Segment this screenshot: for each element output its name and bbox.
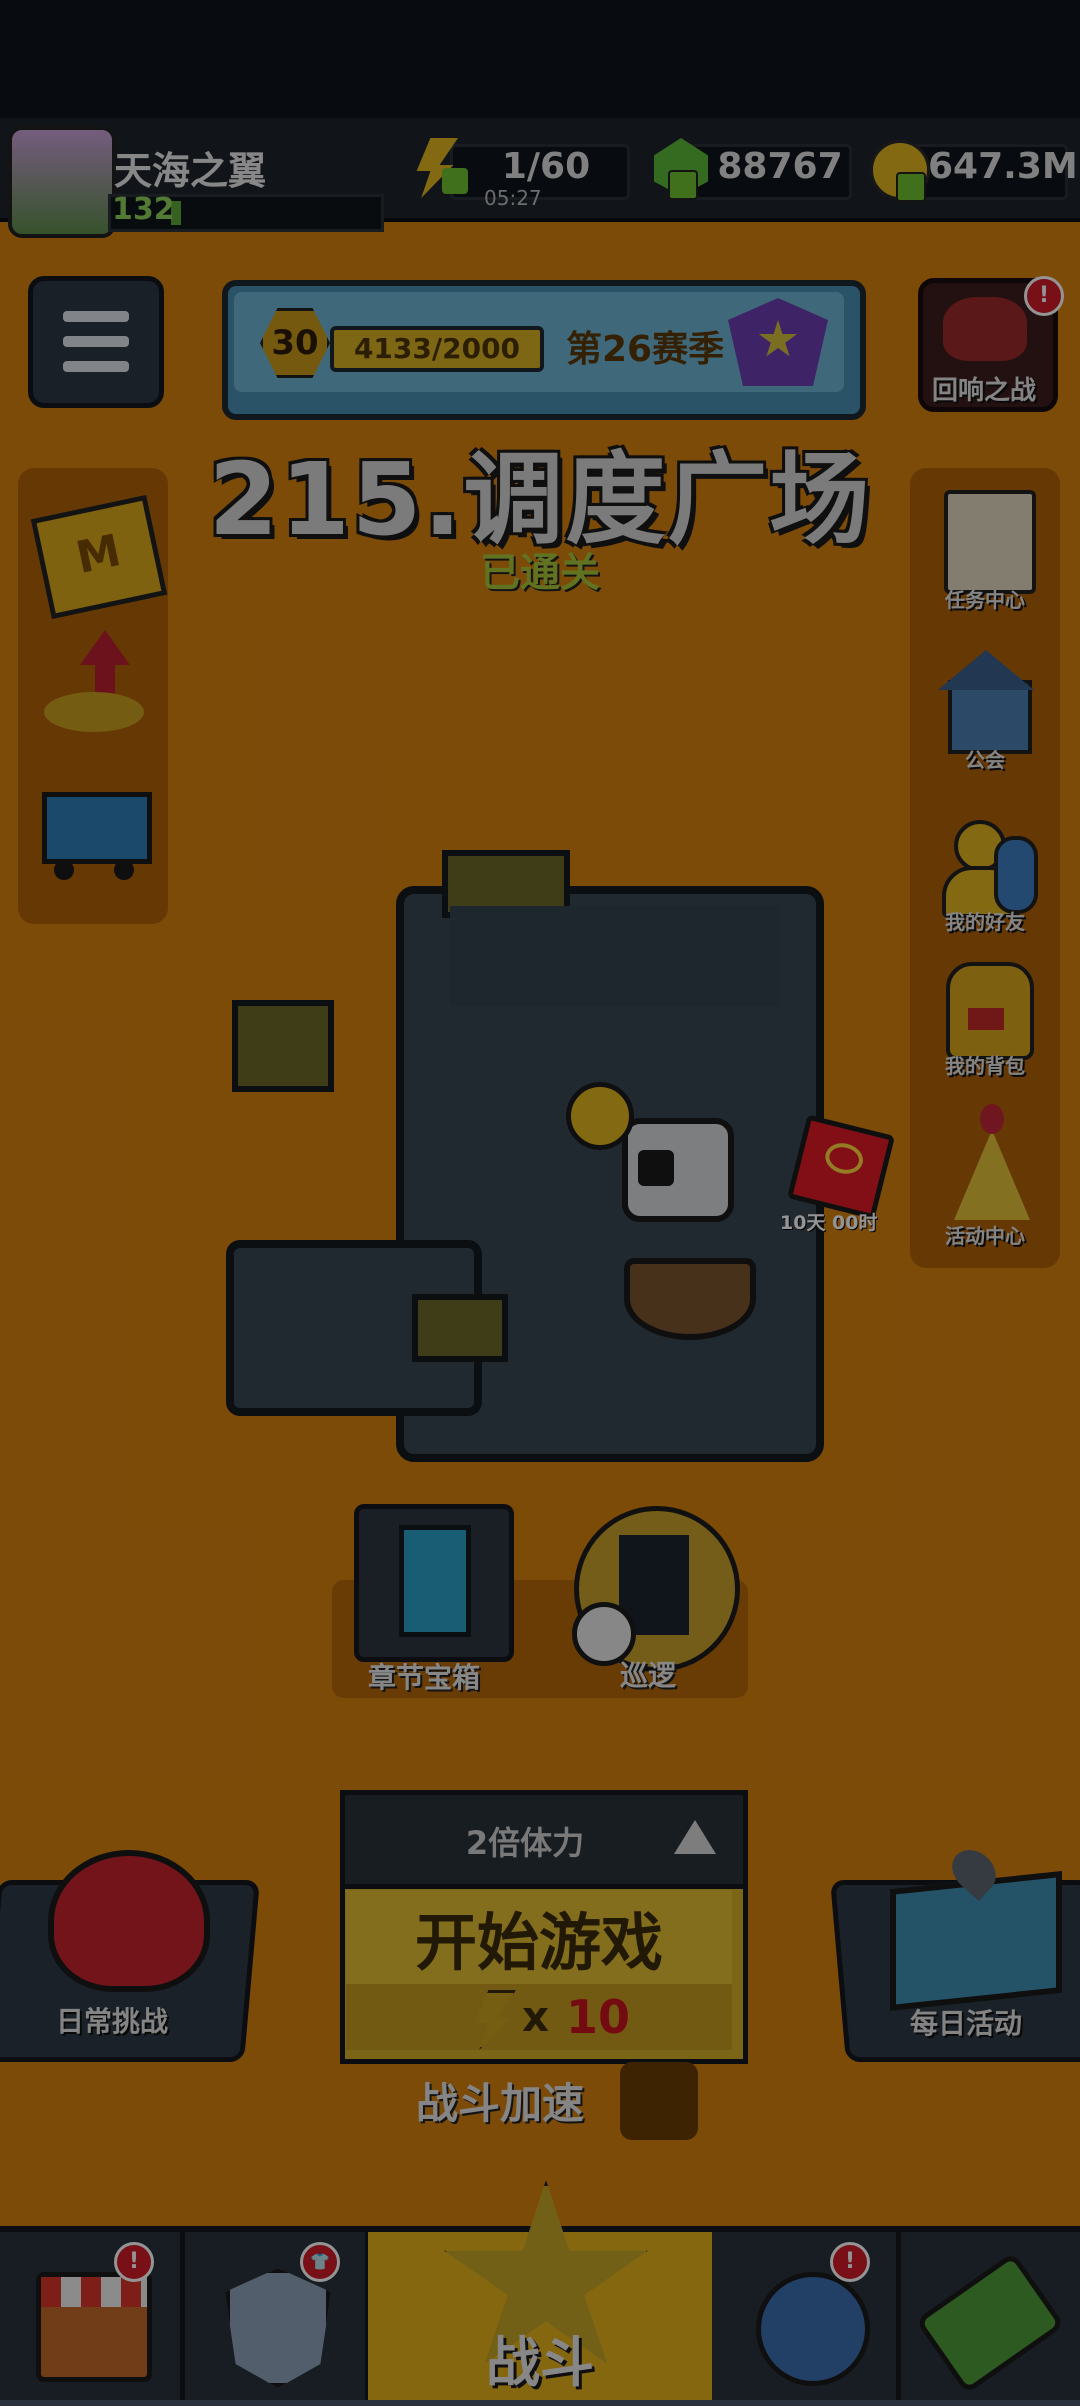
armor-icon bbox=[225, 2268, 331, 2388]
map-icon bbox=[890, 1841, 1062, 2012]
daily-challenge-label: 日常挑战 bbox=[55, 2005, 168, 2038]
activity-center-button[interactable] bbox=[934, 1104, 1038, 1224]
chapter-chest-button[interactable] bbox=[354, 1504, 514, 1662]
house-icon bbox=[948, 680, 1032, 754]
start-game-label: 开始游戏 bbox=[414, 1906, 663, 1979]
guild-button[interactable] bbox=[934, 650, 1038, 754]
player-avatar[interactable] bbox=[8, 126, 116, 238]
cost-prefix: x bbox=[522, 1992, 550, 2041]
boxing-glove-icon bbox=[48, 1850, 210, 1992]
equipment-badge: 👕 bbox=[300, 2242, 340, 2282]
echo-battle-badge: ! bbox=[1024, 276, 1064, 316]
backpack-button[interactable] bbox=[934, 958, 1038, 1060]
dna-icon bbox=[915, 2251, 1065, 2395]
player-name: 天海之翼 bbox=[114, 149, 267, 193]
coin-value: 647.3M bbox=[928, 146, 1078, 187]
task-center-label: 任务中心 bbox=[945, 588, 1025, 612]
player-level: 132 bbox=[112, 192, 175, 227]
shop-badge: ! bbox=[114, 2242, 154, 2282]
season-name: 第26赛季 bbox=[566, 329, 725, 370]
orb-icon bbox=[756, 2272, 870, 2386]
growth-fund-icon[interactable] bbox=[40, 630, 148, 740]
tab-talent[interactable] bbox=[716, 2232, 901, 2400]
activity-center-label: 活动中心 bbox=[945, 1224, 1025, 1248]
backpack-label: 我的背包 bbox=[945, 1054, 1025, 1078]
menu-button[interactable] bbox=[28, 276, 164, 408]
hero-character[interactable] bbox=[594, 1118, 756, 1340]
battle-label: 战斗 bbox=[486, 2331, 594, 2394]
chest-icon bbox=[399, 1525, 471, 1637]
guild-label: 公会 bbox=[965, 748, 1005, 772]
gem-value: 88767 bbox=[717, 146, 843, 187]
shop-icon bbox=[36, 2272, 152, 2382]
status-bar bbox=[0, 0, 1080, 118]
patrol-label: 巡逻 bbox=[620, 1659, 677, 1692]
tab-shop[interactable] bbox=[0, 2232, 185, 2400]
task-center-button[interactable] bbox=[934, 490, 1038, 594]
friends-button[interactable] bbox=[934, 816, 1038, 918]
energy-add-icon[interactable] bbox=[442, 168, 468, 194]
cost-value: 10 bbox=[566, 1990, 631, 2044]
battle-speed-label: 战斗加速 bbox=[416, 2079, 585, 2128]
chapter-chest-label: 章节宝箱 bbox=[368, 1661, 481, 1694]
party-hat-icon bbox=[954, 1130, 1030, 1220]
battle-speed-checkbox[interactable] bbox=[620, 2062, 698, 2140]
energy-value: 1/60 bbox=[501, 146, 591, 187]
talent-badge: ! bbox=[830, 2242, 870, 2282]
energy-timer: 05:27 bbox=[484, 186, 542, 210]
red-packet-timer: 10天 00时 bbox=[780, 1212, 878, 1234]
season-progress: 4133/2000 bbox=[330, 326, 544, 372]
echo-battle-label: 回响之战 bbox=[931, 376, 1036, 406]
tab-equipment[interactable] bbox=[185, 2232, 370, 2400]
daily-event-label: 每日活动 bbox=[909, 2007, 1022, 2040]
gem-add-icon[interactable] bbox=[668, 170, 698, 200]
coin-add-icon[interactable] bbox=[896, 172, 926, 202]
tab-skills[interactable] bbox=[900, 2232, 1080, 2400]
menu-icon bbox=[63, 311, 129, 322]
demon-icon bbox=[943, 297, 1027, 361]
multiplier-label: 2倍体力 bbox=[465, 1824, 585, 1862]
friends-label: 我的好友 bbox=[945, 910, 1025, 934]
scroll-icon bbox=[944, 490, 1036, 594]
shop-cart-icon[interactable] bbox=[34, 770, 152, 888]
star-coin-icon bbox=[566, 1082, 634, 1150]
